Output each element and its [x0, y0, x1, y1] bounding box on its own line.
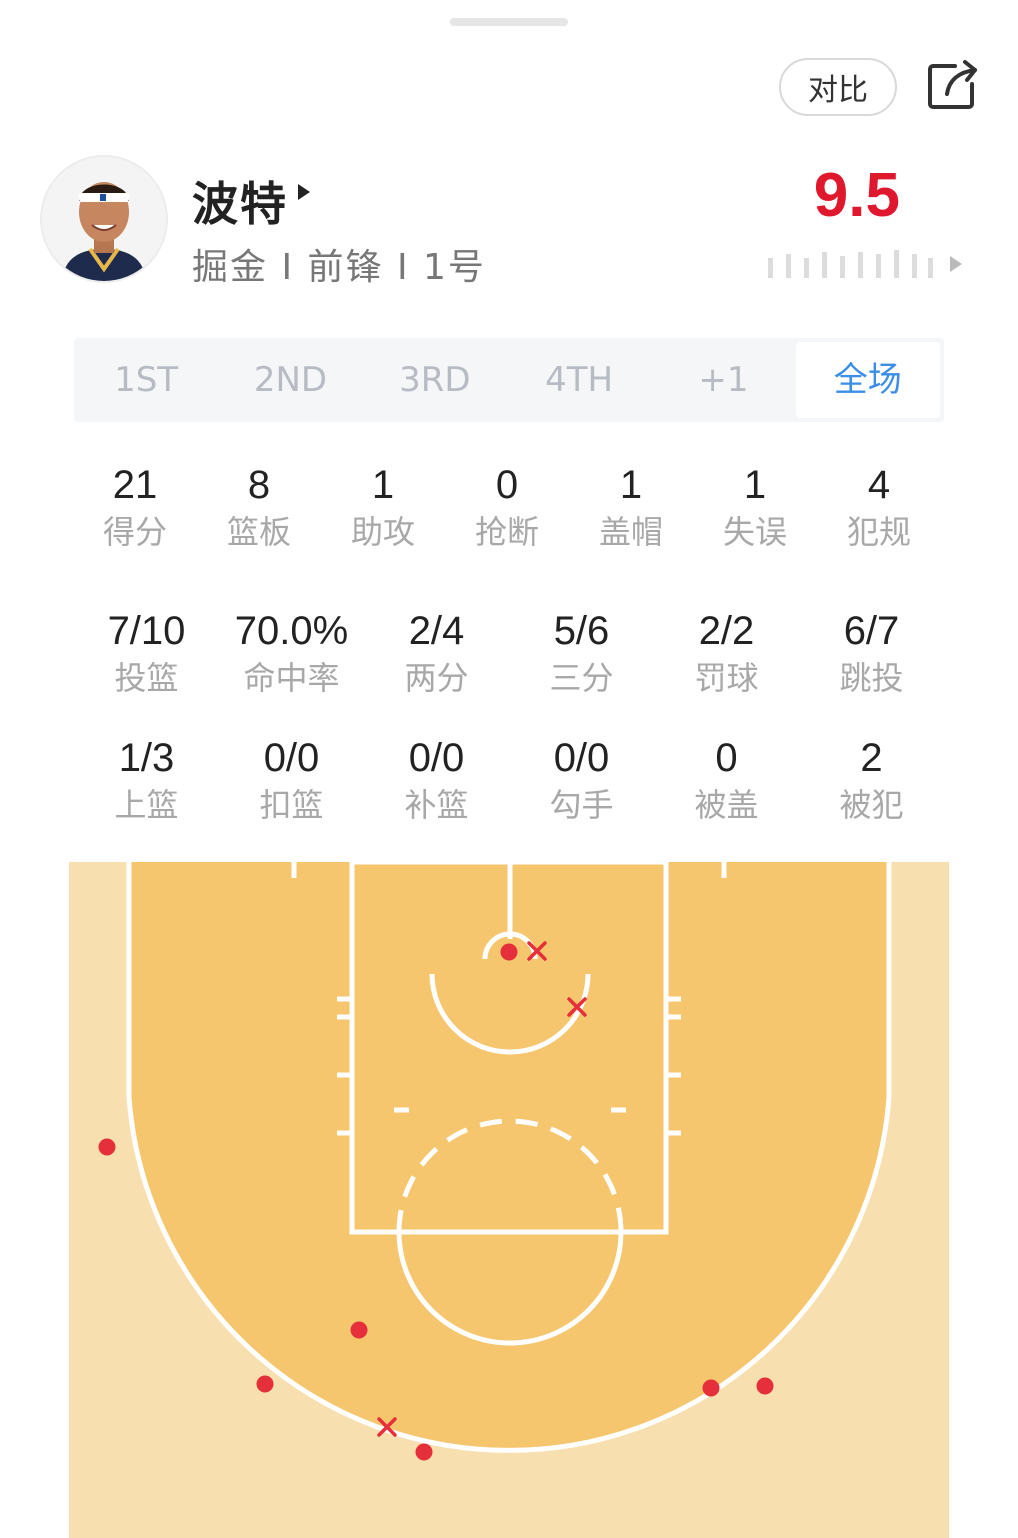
stat-label: 上篮	[114, 786, 179, 824]
made-shot-marker	[350, 1321, 368, 1339]
stat-label: 被犯	[839, 786, 904, 824]
stat-label: 命中率	[243, 659, 340, 697]
stat-label: 盖帽	[598, 513, 663, 551]
player-meta: 掘金 I 前锋 I 1号	[192, 247, 486, 288]
stat-value: 1	[619, 463, 643, 507]
stat-value: 0	[495, 463, 519, 507]
stat-blocked: 0 被盖	[654, 733, 799, 827]
basic-stats-row: 21 得分 8 篮板 1 助攻 0 抢断 1 盖帽 1 失误 4 犯规	[73, 460, 941, 554]
stat-fouls: 4 犯规	[817, 460, 941, 554]
stat-jumpers: 6/7 跳投	[799, 606, 944, 700]
stat-value: 2	[860, 736, 883, 780]
detail-stats-row: 1/3 上篮 0/0 扣篮 0/0 补篮 0/0 勾手 0 被盖 2 被犯	[74, 733, 944, 827]
stat-fouls-drawn: 2 被犯	[799, 733, 944, 827]
stat-label: 投篮	[114, 659, 179, 697]
stat-fg: 7/10 投篮	[74, 606, 219, 700]
stat-value: 8	[247, 463, 271, 507]
stat-value: 70.0%	[234, 609, 349, 653]
player-name[interactable]: 波特	[192, 168, 288, 234]
made-shot-marker	[756, 1377, 774, 1395]
stat-value: 4	[867, 463, 891, 507]
stat-value: 7/10	[107, 609, 186, 653]
stat-value: 0/0	[263, 736, 320, 780]
stat-label: 罚球	[694, 659, 759, 697]
stat-dunks: 0/0 扣篮	[219, 733, 364, 827]
stat-label: 跳投	[839, 659, 904, 697]
stat-label: 得分	[102, 513, 167, 551]
stat-value: 0	[715, 736, 738, 780]
sheet-drag-handle[interactable]	[450, 18, 568, 26]
stat-value: 2/2	[698, 609, 755, 653]
player-rating: 9.5	[813, 161, 900, 230]
stat-value: 2/4	[408, 609, 465, 653]
stat-three-pt: 5/6 三分	[509, 606, 654, 700]
rating-trend-icon[interactable]	[760, 250, 940, 278]
stat-value: 0/0	[553, 736, 610, 780]
stat-hooks: 0/0 勾手	[509, 733, 654, 827]
stat-points: 21 得分	[73, 460, 197, 554]
stat-label: 抢断	[474, 513, 539, 551]
player-avatar[interactable]	[40, 155, 168, 283]
tab-1st[interactable]: 1ST	[74, 342, 218, 418]
stat-free-throws: 2/2 罚球	[654, 606, 799, 700]
stat-value: 1	[743, 463, 767, 507]
stat-label: 两分	[404, 659, 469, 697]
tab-full-game[interactable]: 全场	[795, 342, 940, 418]
tab-overtime[interactable]: +1	[651, 342, 795, 418]
made-shot-marker	[415, 1443, 433, 1461]
made-shot-marker	[500, 943, 518, 961]
stat-putbacks: 0/0 补篮	[364, 733, 509, 827]
stat-value: 21	[112, 463, 158, 507]
stat-assists: 1 助攻	[321, 460, 445, 554]
stat-label: 失误	[722, 513, 787, 551]
tab-2nd[interactable]: 2ND	[218, 342, 362, 418]
stat-two-pt: 2/4 两分	[364, 606, 509, 700]
stat-label: 勾手	[549, 786, 614, 824]
stat-value: 1	[371, 463, 395, 507]
made-shot-marker	[702, 1379, 720, 1397]
stat-label: 三分	[549, 659, 614, 697]
tab-3rd[interactable]: 3RD	[363, 342, 507, 418]
share-icon[interactable]	[925, 58, 981, 114]
caret-right-icon[interactable]	[298, 184, 310, 200]
tab-4th[interactable]: 4TH	[507, 342, 651, 418]
stat-value: 0/0	[408, 736, 465, 780]
stat-label: 被盖	[694, 786, 759, 824]
stat-value: 6/7	[843, 609, 900, 653]
stat-label: 补篮	[404, 786, 469, 824]
stat-label: 助攻	[350, 513, 415, 551]
stat-value: 5/6	[553, 609, 610, 653]
stat-turnovers: 1 失误	[693, 460, 817, 554]
shot-chart-court	[69, 862, 949, 1538]
compare-button[interactable]: 对比	[779, 58, 897, 116]
stat-rebounds: 8 篮板	[197, 460, 321, 554]
stat-label: 扣篮	[259, 786, 324, 824]
stat-label: 犯规	[846, 513, 911, 551]
shooting-stats-row: 7/10 投篮 70.0% 命中率 2/4 两分 5/6 三分 2/2 罚球 6/7 跳投	[74, 606, 944, 700]
chevron-right-icon[interactable]	[950, 256, 962, 272]
made-shot-marker	[98, 1138, 116, 1156]
made-shot-marker	[256, 1375, 274, 1393]
stat-layups: 1/3 上篮	[74, 733, 219, 827]
stat-label: 篮板	[226, 513, 291, 551]
stat-steals: 0 抢断	[445, 460, 569, 554]
period-tabs: 1ST 2ND 3RD 4TH +1 全场	[74, 338, 944, 422]
stat-blocks: 1 盖帽	[569, 460, 693, 554]
stat-fg-pct: 70.0% 命中率	[219, 606, 364, 700]
stat-value: 1/3	[118, 736, 175, 780]
